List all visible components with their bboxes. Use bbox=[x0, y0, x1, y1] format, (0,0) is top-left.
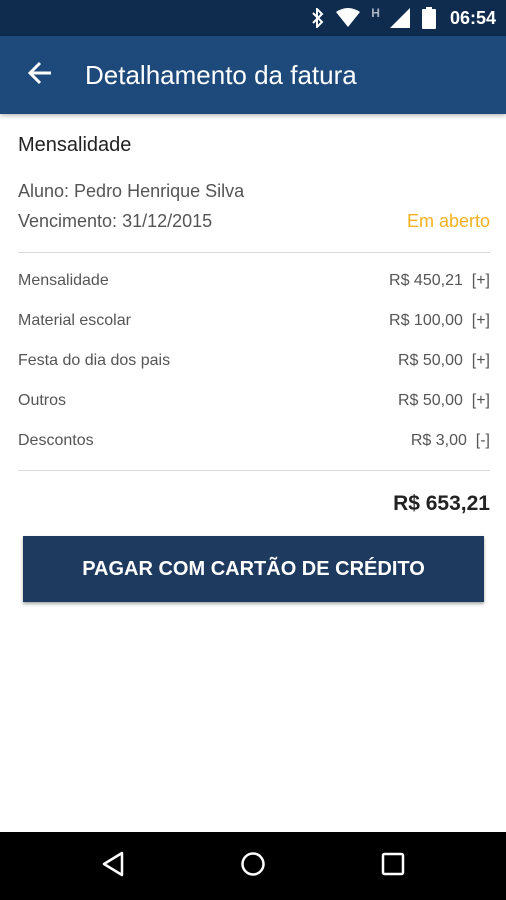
status-bar: H 06:54 bbox=[0, 0, 506, 36]
network-type-indicator: H bbox=[371, 6, 380, 20]
student-name: Aluno: Pedro Henrique Silva bbox=[18, 181, 245, 201]
nav-home-button[interactable] bbox=[233, 846, 273, 886]
nav-recents-button[interactable] bbox=[373, 846, 413, 886]
nav-back-icon bbox=[101, 851, 125, 882]
item-label: Mensalidade bbox=[18, 272, 109, 289]
item-amount: R$ 50,00 [+] bbox=[397, 352, 490, 369]
navigation-bar bbox=[0, 832, 506, 900]
nav-home-icon bbox=[240, 851, 266, 882]
item-label: Outros bbox=[18, 392, 67, 409]
list-item: Descontos R$ 3,00 [-] bbox=[18, 432, 490, 456]
wifi-icon bbox=[335, 8, 361, 28]
item-amount: R$ 3,00 [-] bbox=[410, 432, 490, 449]
status-time: 06:54 bbox=[449, 7, 496, 28]
list-item: Festa do dia dos pais R$ 50,00 [+] bbox=[18, 352, 490, 376]
item-amount: R$ 450,21 [+] bbox=[389, 272, 490, 289]
list-item: Outros R$ 50,00 [+] bbox=[18, 392, 490, 416]
item-label: Festa do dia dos pais bbox=[18, 352, 171, 369]
item-label: Material escolar bbox=[18, 312, 131, 329]
status-badge: Em aberto bbox=[406, 211, 490, 231]
status-icons: H 06:54 bbox=[311, 0, 496, 36]
divider bbox=[18, 252, 490, 253]
divider bbox=[18, 470, 490, 471]
due-date: Vencimento: 31/12/2015 bbox=[18, 211, 213, 231]
list-item: Material escolar R$ 100,00 [+] bbox=[18, 312, 490, 336]
list-item: Mensalidade R$ 450,21 [+] bbox=[18, 272, 490, 296]
section-title: Mensalidade bbox=[18, 134, 132, 156]
nav-recents-icon bbox=[381, 852, 405, 881]
arrow-left-icon bbox=[27, 60, 53, 91]
signal-icon bbox=[389, 8, 412, 28]
back-button[interactable] bbox=[20, 55, 60, 95]
bluetooth-icon bbox=[311, 8, 325, 28]
pay-with-credit-card-button[interactable]: PAGAR COM CARTÃO DE CRÉDITO bbox=[23, 536, 484, 602]
item-label: Descontos bbox=[18, 432, 94, 449]
app-bar: Detalhamento da fatura bbox=[0, 36, 506, 114]
page-title: Detalhamento da fatura bbox=[85, 60, 357, 90]
item-amount: R$ 50,00 [+] bbox=[397, 392, 490, 409]
battery-icon bbox=[421, 7, 436, 29]
item-amount: R$ 100,00 [+] bbox=[389, 312, 490, 329]
nav-back-button[interactable] bbox=[93, 846, 133, 886]
total-amount: R$ 653,21 bbox=[393, 492, 490, 515]
